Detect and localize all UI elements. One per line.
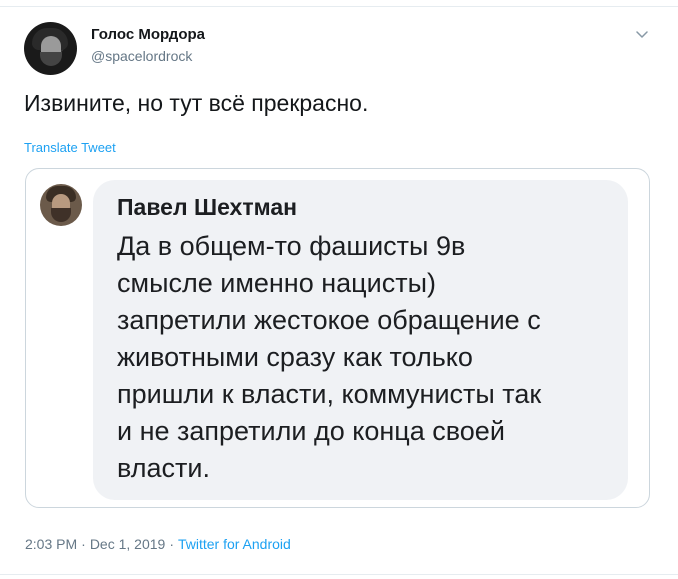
embedded-author-name: Павел Шехтман	[117, 194, 298, 220]
embedded-avatar	[40, 184, 82, 226]
tweet-text: Извините, но тут всё прекрасно.	[24, 90, 369, 116]
top-divider	[0, 6, 678, 7]
tweet-source-link[interactable]: Twitter for Android	[178, 536, 291, 552]
meta-separator: ·	[169, 536, 174, 552]
author-handle[interactable]: @spacelordrock	[91, 48, 192, 64]
translate-tweet-link[interactable]: Translate Tweet	[24, 140, 116, 155]
bottom-divider	[0, 574, 678, 575]
author-name[interactable]: Голос Мордора	[91, 26, 205, 43]
meta-separator: ·	[81, 536, 86, 552]
chevron-down-icon[interactable]	[636, 28, 648, 40]
tweet-time[interactable]: 2:03 PM	[25, 536, 77, 552]
embedded-comment-text: Да в общем-то фашисты 9в смысле именно н…	[117, 231, 542, 483]
tweet-date[interactable]: Dec 1, 2019	[90, 536, 166, 552]
tweet-meta: 2:03 PM · Dec 1, 2019 · Twitter for Android	[25, 536, 291, 552]
author-avatar[interactable]	[24, 22, 77, 75]
